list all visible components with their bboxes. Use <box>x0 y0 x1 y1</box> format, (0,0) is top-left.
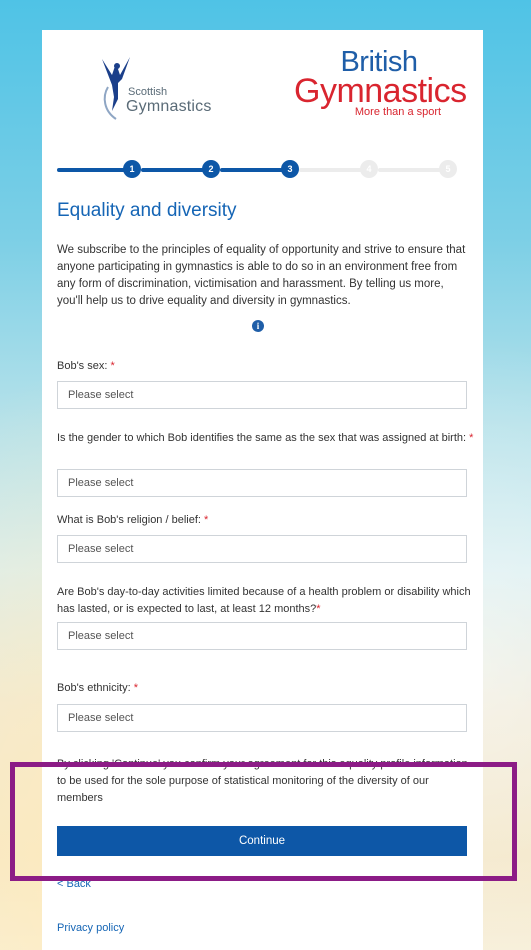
step-2: 2 <box>202 160 220 178</box>
stepper-track-1 <box>57 168 132 172</box>
ethnicity-label: Bob's ethnicity: * <box>57 680 477 697</box>
gender-identity-label: Is the gender to which Bob identifies th… <box>57 430 477 447</box>
disability-label-text: Are Bob's day-to-day activities limited … <box>57 586 471 615</box>
gymnastics-word: Gymnastics <box>294 72 467 110</box>
ethnicity-select[interactable]: Please select <box>57 704 467 732</box>
required-marker: * <box>469 432 474 444</box>
required-marker: * <box>133 682 138 694</box>
ethnicity-label-text: Bob's ethnicity: <box>57 682 131 694</box>
sex-select[interactable]: Please select <box>57 381 467 409</box>
step-3: 3 <box>281 160 299 178</box>
step-4: 4 <box>360 160 378 178</box>
info-icon[interactable]: i <box>252 320 264 332</box>
scottish-gymnastics-logo[interactable]: Scottish Gymnastics <box>96 53 226 123</box>
back-link[interactable]: < Back <box>57 878 91 890</box>
step-1: 1 <box>123 160 141 178</box>
intro-text: We subscribe to the principles of equali… <box>57 244 466 307</box>
logo-header: Scottish Gymnastics British Gymnastics M… <box>42 30 483 155</box>
required-marker: * <box>110 360 115 372</box>
gender-identity-select[interactable]: Please select <box>57 469 467 497</box>
required-marker: * <box>316 603 321 615</box>
stepper-track-4 <box>299 168 369 172</box>
disability-select[interactable]: Please select <box>57 622 467 650</box>
stepper-track-3 <box>220 168 290 172</box>
gymnastics-word: Gymnastics <box>126 98 212 115</box>
religion-label-text: What is Bob's religion / belief: <box>57 514 201 526</box>
progress-stepper: 1 2 3 4 5 <box>57 160 467 180</box>
consent-text: By clicking 'Continue' you confirm your … <box>57 758 468 804</box>
british-gymnastics-logo[interactable]: British Gymnastics More than a sport <box>294 48 467 128</box>
disability-label: Are Bob's day-to-day activities limited … <box>57 584 477 618</box>
religion-label: What is Bob's religion / belief: * <box>57 512 477 529</box>
privacy-policy-link[interactable]: Privacy policy <box>57 922 124 934</box>
form-card: Scottish Gymnastics British Gymnastics M… <box>42 30 483 950</box>
scottish-gymnastics-wordmark: Scottish Gymnastics <box>126 87 212 115</box>
gender-identity-label-text: Is the gender to which Bob identifies th… <box>57 432 467 444</box>
required-marker: * <box>204 514 209 526</box>
step-5: 5 <box>439 160 457 178</box>
sex-label: Bob's sex: * <box>57 358 477 375</box>
sex-label-text: Bob's sex: <box>57 360 108 372</box>
continue-button[interactable]: Continue <box>57 826 467 856</box>
religion-select[interactable]: Please select <box>57 535 467 563</box>
page-title: Equality and diversity <box>57 200 237 221</box>
stepper-track-5 <box>378 168 448 172</box>
stepper-track-2 <box>141 168 211 172</box>
scottish-word: Scottish <box>128 86 168 98</box>
